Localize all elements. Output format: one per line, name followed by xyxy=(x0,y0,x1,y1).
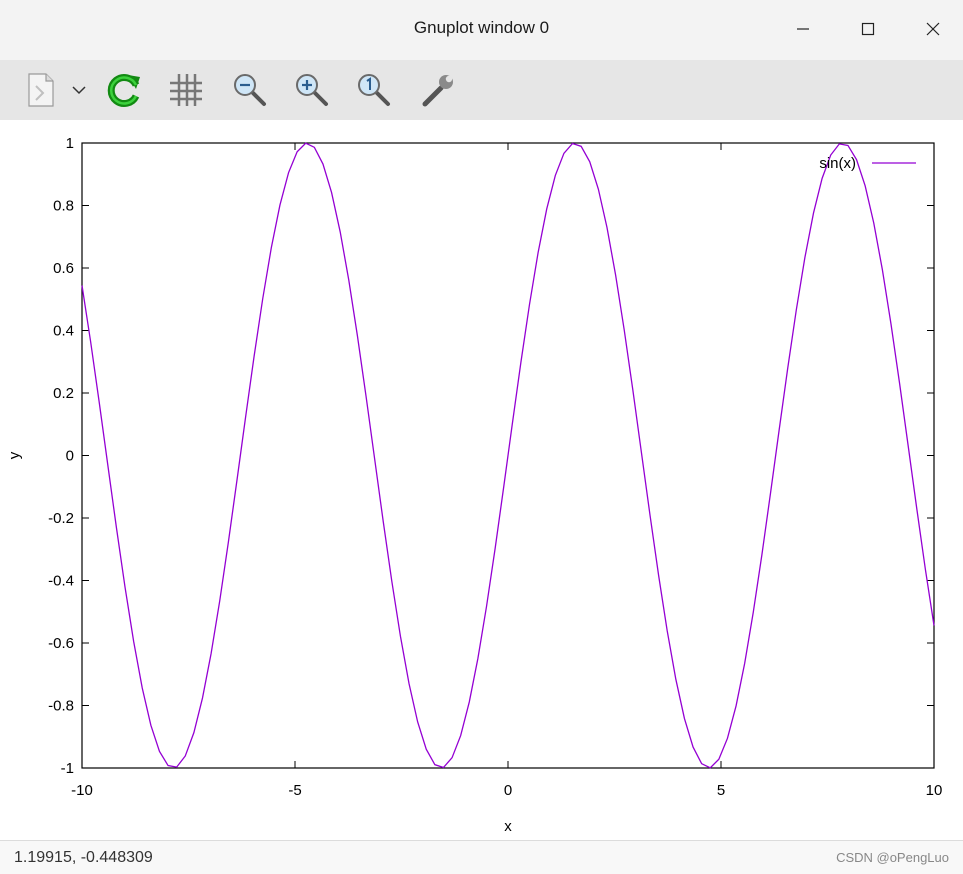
replot-icon xyxy=(107,74,140,107)
toolbar xyxy=(0,60,963,120)
x-axis-label: x xyxy=(504,818,512,835)
y-tick-label: 0.2 xyxy=(53,385,74,402)
zoom-in-button[interactable] xyxy=(290,70,334,110)
options-wrench-icon xyxy=(422,75,453,107)
plot-area[interactable]: 1 0.8 0.6 0.4 0.2 0 -0.2 -0.4 -0.6 -0.8 -1 -10 -5 0 5 1… xyxy=(0,120,963,840)
x-tick-label: 0 xyxy=(504,782,512,799)
zoom-reset-icon xyxy=(358,74,390,106)
maximize-button[interactable] xyxy=(845,10,891,48)
y-tick-label: -0.8 xyxy=(48,698,74,715)
sin-chart[interactable]: 1 0.8 0.6 0.4 0.2 0 -0.2 -0.4 -0.6 -0.8 -1 -10 -5 0 5 1… xyxy=(0,120,963,840)
y-tick-label: 0 xyxy=(66,448,74,465)
legend-label: sin(x) xyxy=(819,155,856,172)
x-tick-label: 10 xyxy=(926,782,943,799)
zoom-out-button[interactable] xyxy=(228,70,272,110)
zoom-out-icon xyxy=(234,74,266,106)
zoom-reset-button[interactable] xyxy=(352,70,396,110)
close-button[interactable] xyxy=(910,10,956,48)
series-line-sin xyxy=(81,142,935,769)
title-bar: Gnuplot window 0 xyxy=(0,0,963,60)
close-icon xyxy=(926,22,940,36)
y-tick-label: 1 xyxy=(66,135,74,152)
x-tick-label: -10 xyxy=(71,782,93,799)
x-tick-label: -5 xyxy=(288,782,301,799)
copy-to-clipboard-button[interactable] xyxy=(18,70,62,110)
dropdown-chevron-icon xyxy=(72,86,86,95)
y-axis-label: y xyxy=(6,451,23,459)
zoom-in-icon xyxy=(296,74,328,106)
grid-icon xyxy=(170,74,202,106)
y-tick-label: 0.6 xyxy=(53,260,74,277)
watermark: CSDN @oPengLuo xyxy=(836,850,949,865)
replot-button[interactable] xyxy=(102,70,146,110)
y-tick-label: -1 xyxy=(61,760,74,777)
mouse-coordinates: 1.19915, -0.448309 xyxy=(14,849,153,866)
copy-icon xyxy=(28,73,54,107)
y-tick-label: 0.8 xyxy=(53,198,74,215)
y-tick-label: -0.4 xyxy=(48,573,74,590)
y-tick-label: 0.4 xyxy=(53,323,74,340)
copy-dropdown-button[interactable] xyxy=(62,70,96,110)
x-tick-label: 5 xyxy=(717,782,725,799)
y-tick-label: -0.6 xyxy=(48,635,74,652)
minimize-icon xyxy=(797,28,809,30)
grid-button[interactable] xyxy=(164,70,208,110)
options-button[interactable] xyxy=(416,70,460,110)
y-tick-label: -0.2 xyxy=(48,510,74,527)
status-bar: 1.19915, -0.448309 CSDN @oPengLuo xyxy=(0,840,963,874)
minimize-button[interactable] xyxy=(780,10,826,48)
maximize-icon xyxy=(861,22,875,36)
